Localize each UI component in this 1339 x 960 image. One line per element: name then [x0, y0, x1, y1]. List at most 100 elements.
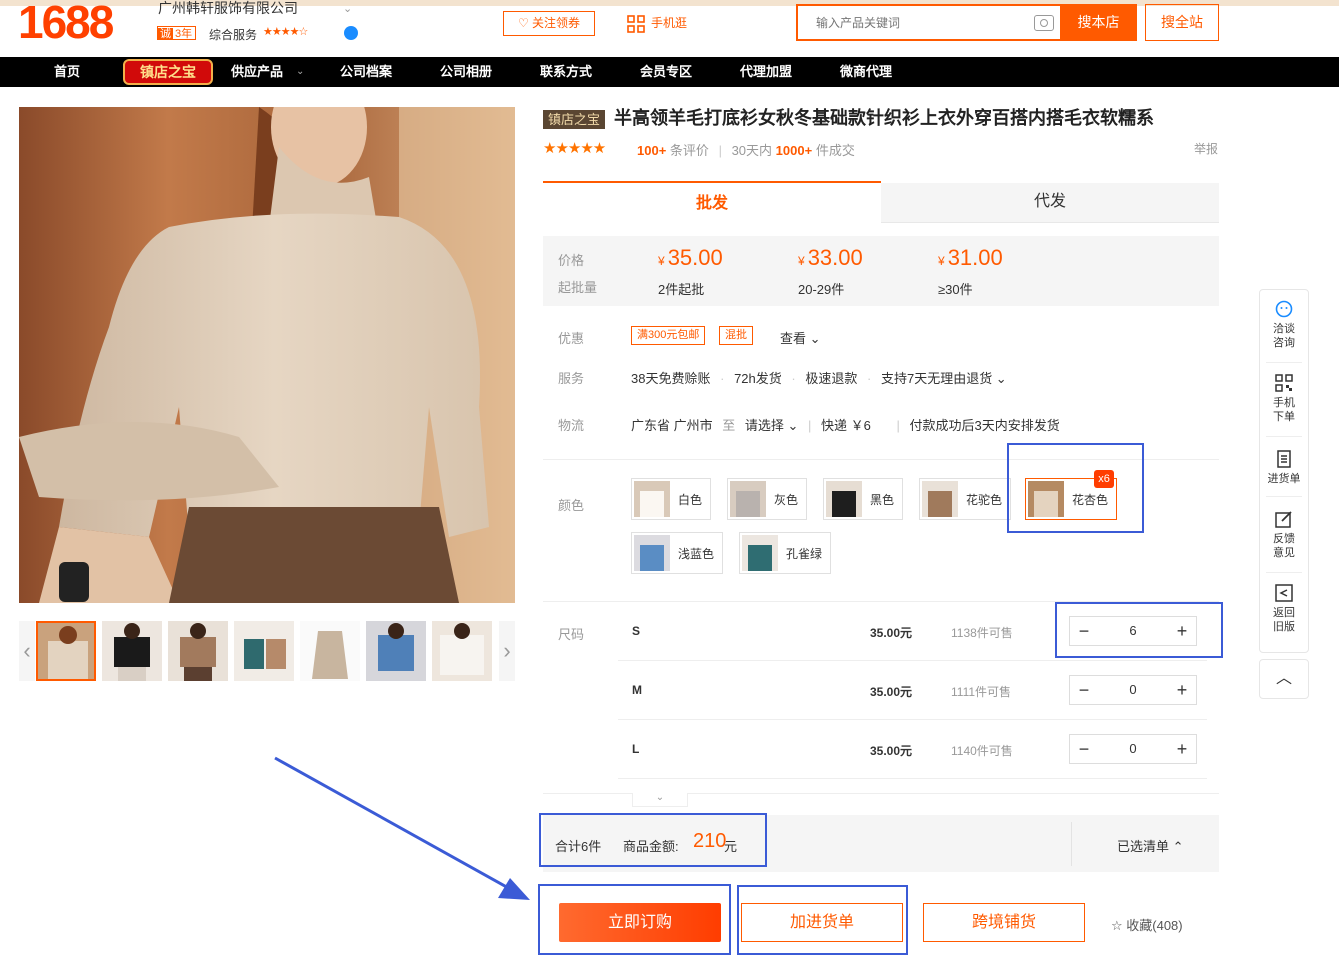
decrement-button[interactable]: − — [1070, 735, 1098, 763]
nav-members[interactable]: 会员专区 — [640, 57, 692, 87]
divider — [1266, 496, 1302, 497]
mobile-order-button[interactable]: 手机下单 — [1260, 374, 1308, 424]
nav-profile[interactable]: 公司档案 — [340, 57, 392, 87]
ship-from: 广东省 广州市 — [631, 418, 713, 433]
selected-list-toggle[interactable]: 已选清单 ⌃ — [1117, 836, 1184, 855]
back-to-top-button[interactable]: ︿ — [1259, 659, 1309, 699]
site-logo[interactable]: 1688 — [18, 0, 133, 44]
review-summary[interactable]: 100+ 条评价 | 30天内 1000+ 件成交 — [637, 140, 855, 159]
logistics-label: 物流 — [558, 418, 585, 433]
return-old-version-button[interactable]: 返回旧版 — [1260, 584, 1308, 634]
nav-zhendian[interactable]: 镇店之宝 — [123, 59, 213, 85]
camera-icon[interactable] — [1034, 15, 1054, 31]
thumbnail[interactable] — [234, 621, 294, 681]
decrement-button[interactable]: − — [1070, 676, 1098, 704]
logistics-info: 广东省 广州市 至 请选择 ⌄ | 快递 ￥6 | 付款成功后3天内安排发货 — [631, 415, 1060, 434]
collapse-sizes-toggle[interactable]: ⌄ — [632, 793, 688, 807]
color-option-peacock-green[interactable]: 孔雀绿 — [739, 532, 832, 574]
thumbnail[interactable] — [36, 621, 96, 681]
ship-to-word: 至 — [722, 418, 736, 433]
highlight-box — [539, 813, 767, 867]
chevron-down-icon[interactable]: ⌄ — [343, 2, 352, 15]
service-item: 72h发货 — [734, 371, 782, 386]
nav-agency[interactable]: 代理加盟 — [740, 57, 792, 87]
dot-separator: · — [720, 371, 725, 386]
qrcode-icon — [1275, 374, 1293, 392]
swatch-image — [826, 481, 862, 517]
color-option-light-blue[interactable]: 浅蓝色 — [631, 532, 724, 574]
swatch-image — [634, 481, 670, 517]
nav-contact[interactable]: 联系方式 — [540, 57, 592, 87]
tab-dropship[interactable]: 代发 — [881, 183, 1219, 223]
quantity-input[interactable]: 0 — [1098, 735, 1168, 763]
search-input[interactable] — [816, 14, 1016, 32]
color-name: 白色 — [678, 492, 703, 507]
sidebar-item-label: 手机下单 — [1273, 397, 1295, 423]
feedback-button[interactable]: 反馈意见 — [1260, 510, 1308, 560]
quantity-input[interactable]: 0 — [1098, 676, 1168, 704]
ship-note: 付款成功后3天内安排发货 — [909, 418, 1060, 433]
tier-qty: ≥30件 — [938, 282, 973, 297]
size-row: M 35.00元 1111件可售 − 0 + — [618, 661, 1207, 720]
nav-home[interactable]: 首页 — [54, 57, 80, 87]
swatch-image — [730, 481, 766, 517]
color-option-camel[interactable]: 花驼色 — [919, 478, 1012, 520]
purchase-list-button[interactable]: 进货单 — [1260, 450, 1308, 486]
thumbnails-next-button[interactable]: › — [499, 621, 515, 681]
color-option-gray[interactable]: 灰色 — [727, 478, 808, 520]
company-name[interactable]: 广州韩轩服饰有限公司 — [158, 0, 298, 16]
increment-button[interactable]: + — [1168, 735, 1196, 763]
promo-view-button[interactable]: 查看 ⌄ — [780, 328, 821, 347]
search-store-button[interactable]: 搜本店 — [1060, 4, 1137, 41]
search-all-button[interactable]: 搜全站 — [1145, 4, 1219, 41]
color-option-white[interactable]: 白色 — [631, 478, 712, 520]
tab-wholesale[interactable]: 批发 — [543, 181, 881, 223]
nav-album[interactable]: 公司相册 — [440, 57, 492, 87]
divider: | — [808, 418, 812, 433]
product-title: 半高领羊毛打底衫女秋冬基础款针织衫上衣外穿百搭内搭毛衣软糯系 — [614, 108, 1154, 128]
tier-price: 31.00 — [947, 245, 1003, 270]
divider — [1266, 436, 1302, 437]
tier-price: 33.00 — [807, 245, 863, 270]
thumbnail[interactable] — [366, 621, 426, 681]
ship-to-select[interactable]: 请选择 ⌄ — [745, 418, 799, 433]
report-link[interactable]: 举报 — [1194, 140, 1218, 157]
promo-mixed-batch-tag: 混批 — [719, 326, 753, 345]
sidebar-item-label: 洽谈咨询 — [1273, 323, 1295, 349]
dot-separator: · — [791, 371, 796, 386]
chevron-down-icon: ⌄ — [296, 66, 305, 77]
thumbnail[interactable] — [432, 621, 492, 681]
service-list[interactable]: 38天免费赊账 · 72h发货 · 极速退款 · 支持7天无理由退货 ⌄ — [631, 368, 1007, 387]
increment-button[interactable]: + — [1168, 676, 1196, 704]
highlight-box — [538, 884, 731, 955]
thumbnail[interactable] — [300, 621, 360, 681]
rating-stars: ★★★★★ — [543, 140, 606, 157]
chat-consult-button[interactable]: 洽谈咨询 — [1260, 300, 1308, 350]
right-floating-sidebar: 洽谈咨询 手机下单 进货单 反馈意见 返回旧版 — [1259, 289, 1309, 653]
service-stars: ★★★★☆ — [263, 26, 308, 38]
price-tier: ¥33.00 20-29件 — [798, 244, 863, 298]
currency-symbol: ¥ — [658, 254, 665, 268]
thumbnails-prev-button[interactable]: ‹ — [19, 621, 35, 681]
quantity-stepper: − 0 + — [1069, 675, 1197, 705]
wangwang-icon[interactable] — [344, 26, 358, 40]
service-item: 38天免费赊账 — [631, 371, 711, 386]
cross-border-button[interactable]: 跨境铺货 — [923, 903, 1085, 942]
reviews-count: 100+ — [637, 143, 667, 158]
main-product-image[interactable] — [19, 107, 515, 603]
divider — [1266, 572, 1302, 573]
follow-button[interactable]: ♡ 关注领券 — [503, 11, 595, 36]
service-row-label: 服务 — [558, 371, 585, 386]
nav-products[interactable]: 供应产品 — [231, 57, 283, 87]
mobile-link-label: 手机逛 — [651, 16, 688, 30]
mobile-link[interactable]: 手机逛 — [627, 13, 687, 33]
favorite-button[interactable]: ☆ 收藏(408) — [1111, 915, 1183, 934]
moq-label: 起批量 — [558, 280, 598, 295]
thumbnail[interactable] — [168, 621, 228, 681]
nav-wechat-agent[interactable]: 微商代理 — [840, 57, 892, 87]
size-label: 尺码 — [558, 627, 585, 642]
color-name: 孔雀绿 — [786, 546, 823, 561]
thumbnail[interactable] — [102, 621, 162, 681]
color-option-black[interactable]: 黑色 — [823, 478, 904, 520]
sales-count: 1000+ — [775, 143, 813, 158]
